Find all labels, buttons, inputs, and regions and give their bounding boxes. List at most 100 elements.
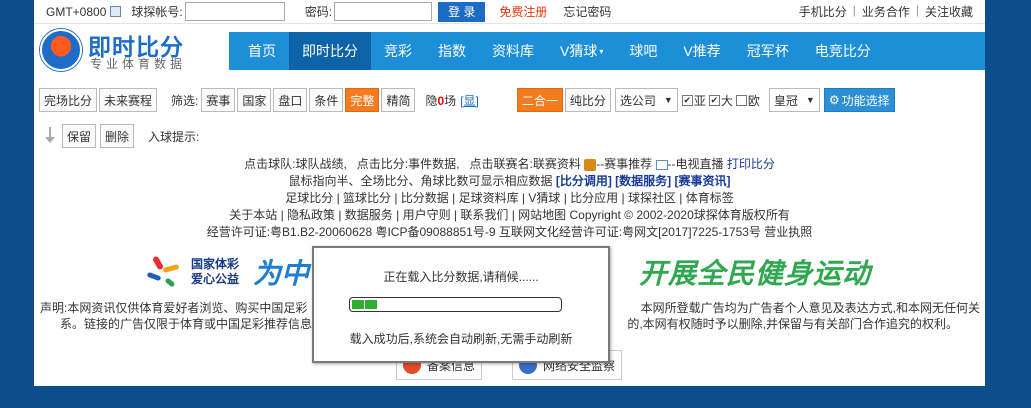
loading-dialog: 正在载入比分数据,请稍候...... 载入成功后,系统会自动刷新,无需手动刷新 bbox=[312, 246, 610, 363]
timezone-icon[interactable] bbox=[110, 6, 122, 17]
goal-bar: 保留 删除 入球提示: bbox=[34, 124, 985, 148]
function-select-button[interactable]: ⚙ 功能选择 bbox=[823, 88, 895, 112]
data-service-link[interactable]: [数据服务] bbox=[615, 174, 671, 188]
score-embed-link[interactable]: [比分调用] bbox=[556, 174, 612, 188]
nav-home[interactable]: 首页 bbox=[235, 32, 289, 70]
filter-country-button[interactable]: 国家 bbox=[237, 88, 272, 112]
hidden-prefix: 隐 bbox=[425, 93, 438, 108]
print-score-link[interactable]: 打印比分 bbox=[727, 157, 775, 171]
asian-label: 亚 bbox=[693, 93, 706, 108]
hover-help-line: 鼠标指向半、全场比分、角球比数可显示相应数据 [比分调用] [数据服务] [赛事… bbox=[34, 173, 985, 190]
delete-button[interactable]: 删除 bbox=[100, 124, 135, 148]
checkbox-empty-icon bbox=[735, 94, 747, 106]
european-label: 欧 bbox=[747, 93, 760, 108]
banner-brand-line1: 国家体彩 bbox=[191, 257, 240, 271]
checkbox-checked-icon: ✔ bbox=[708, 94, 720, 106]
person-icon bbox=[584, 158, 597, 171]
auto-refresh-note: 载入成功后,系统会自动刷新,无需手动刷新 bbox=[349, 332, 573, 346]
disclaimer-line1-right: 本网所登载广告均为广告者个人意见及表达方式,和本网无任何关 bbox=[640, 301, 980, 315]
future-schedule-button[interactable]: 未来赛程 bbox=[99, 88, 158, 112]
gear-icon: ⚙ bbox=[828, 93, 840, 107]
sports-lottery-logo-icon bbox=[145, 252, 185, 292]
asian-checkbox[interactable]: ✔ 亚 bbox=[681, 92, 706, 109]
banner-left-slogan: 为中 bbox=[253, 258, 310, 289]
forgot-password-link[interactable]: 忘记密码 bbox=[563, 3, 611, 20]
filter-bar: 完场比分 未来赛程 筛选: 赛事 国家 盘口 条件 完整 精简 隐0场 [显] 二… bbox=[34, 86, 985, 114]
full-view-button[interactable]: 完整 bbox=[345, 88, 380, 112]
crown-select[interactable]: 皇冠 ▼ bbox=[768, 88, 820, 112]
top-bar: GMT+0800 球探帐号: 密码: 登 录 免费注册 忘记密码 手机比分 | … bbox=[34, 0, 985, 24]
help-score: 点击比分:事件数据, bbox=[356, 157, 460, 171]
loading-progress-bar bbox=[349, 297, 562, 312]
over-under-label: 大 bbox=[720, 93, 733, 108]
help-recommend: --赛事推荐 bbox=[596, 157, 653, 171]
nav-database[interactable]: 资料库 bbox=[479, 32, 547, 70]
footer-license: 经营许可证:粤B1.B2-20060628 粤ICP备09088851号-9 互… bbox=[206, 225, 813, 239]
help-team: 点击球队:球队战绩, bbox=[244, 157, 347, 171]
business-link[interactable]: 业务合作 bbox=[862, 3, 910, 20]
keep-button[interactable]: 保留 bbox=[62, 124, 97, 148]
password-label: 密码: bbox=[304, 5, 333, 19]
progress-segment bbox=[365, 300, 377, 309]
goal-tip-label: 入球提示: bbox=[148, 129, 200, 144]
footer-links[interactable]: 足球比分 | 篮球比分 | 比分数据 | 足球资料库 | V猜球 | 比分应用 … bbox=[34, 190, 985, 207]
show-hidden-link[interactable]: [显] bbox=[460, 94, 479, 108]
company-select[interactable]: 选公司 ▼ bbox=[614, 88, 678, 112]
nav-v-guess[interactable]: V猜球 ▾ bbox=[547, 32, 616, 70]
news-link[interactable]: [赛事资讯] bbox=[675, 174, 731, 188]
pure-score-button[interactable]: 纯比分 bbox=[564, 88, 611, 112]
banner-right-slogan: 开展全民健身运动 bbox=[638, 258, 871, 289]
login-button[interactable]: 登 录 bbox=[438, 1, 486, 22]
nav-v-guess-label: V猜球 bbox=[560, 43, 598, 59]
filter-condition-button[interactable]: 条件 bbox=[309, 88, 344, 112]
disclaimer-line1-left: 声明:本网资讯仅供体育爱好者浏览、购买中国足彩 bbox=[40, 301, 308, 315]
favorite-link[interactable]: 关注收藏 bbox=[925, 3, 973, 20]
mobile-score-link[interactable]: 手机比分 bbox=[799, 3, 847, 20]
main-nav: 首页 即时比分 竞彩 指数 资料库 V猜球 ▾ 球吧 V推荐 冠军杯 电竞比分 bbox=[229, 32, 985, 70]
logo-subtitle: 专业体育数据 bbox=[90, 57, 187, 71]
combo-button[interactable]: 二合一 bbox=[516, 88, 563, 112]
dropdown-triangle-icon: ▾ bbox=[599, 46, 604, 56]
company-select-label: 选公司 bbox=[619, 93, 656, 108]
filter-label: 筛选: bbox=[171, 93, 199, 108]
football-logo-icon bbox=[40, 29, 82, 71]
completed-scores-button[interactable]: 完场比分 bbox=[39, 88, 98, 112]
account-input[interactable] bbox=[184, 2, 285, 21]
nav-lottery[interactable]: 竞彩 bbox=[371, 32, 425, 70]
tv-icon bbox=[655, 159, 668, 170]
european-checkbox[interactable]: 欧 bbox=[735, 92, 760, 109]
over-under-checkbox[interactable]: ✔ 大 bbox=[708, 92, 733, 109]
banner-brand: 国家体彩 爱心公益 bbox=[191, 257, 239, 287]
nav-champions-cup[interactable]: 冠军杯 bbox=[734, 32, 802, 70]
crown-select-label: 皇冠 bbox=[773, 93, 798, 108]
footer-about[interactable]: 关于本站 | 隐私政策 | 数据服务 | 用户守则 | 联系我们 | 网站地图 … bbox=[34, 207, 985, 224]
progress-segment bbox=[352, 300, 364, 309]
top-links: 手机比分 | 业务合作 | 关注收藏 bbox=[799, 3, 973, 20]
hidden-suffix: 场 bbox=[444, 93, 457, 108]
nav-live-score[interactable]: 即时比分 bbox=[289, 32, 371, 70]
site-logo[interactable]: 即时比分 专业体育数据 bbox=[40, 24, 225, 78]
help-league: 点击联赛名:联赛资料 bbox=[469, 157, 581, 171]
simple-view-button[interactable]: 精简 bbox=[381, 88, 416, 112]
help-line: 点击球队:球队战绩, 点击比分:事件数据, 点击联赛名:联赛资料 --赛事推荐 … bbox=[34, 156, 985, 173]
hover-help-text: 鼠标指向半、全场比分、角球比数可显示相应数据 bbox=[288, 174, 553, 188]
nav-v-recommend[interactable]: V推荐 bbox=[670, 32, 733, 70]
arrow-down-icon bbox=[44, 127, 58, 145]
register-link[interactable]: 免费注册 bbox=[499, 3, 547, 20]
nav-esports[interactable]: 电竞比分 bbox=[802, 32, 884, 70]
loading-message: 正在载入比分数据,请稍候...... bbox=[383, 270, 539, 284]
account-label: 球探帐号: bbox=[131, 5, 183, 19]
disclaimer-line2-right: 的,本网有权随时予以删除,并保留与有关部门合作追究的权利。 bbox=[627, 317, 958, 331]
chevron-down-icon: ▼ bbox=[663, 95, 673, 105]
filter-event-button[interactable]: 赛事 bbox=[201, 88, 236, 112]
function-select-label: 功能选择 bbox=[841, 93, 890, 108]
separator: | bbox=[852, 3, 856, 17]
password-input[interactable] bbox=[334, 2, 433, 21]
timezone-label[interactable]: GMT+0800 bbox=[46, 5, 106, 19]
nav-odds[interactable]: 指数 bbox=[425, 32, 479, 70]
nav-forum[interactable]: 球吧 bbox=[616, 32, 670, 70]
filter-handicap-button[interactable]: 盘口 bbox=[273, 88, 308, 112]
disclaimer-line2-left: 系。链接的广告仅限于体育或中国足彩推荐信息、 bbox=[60, 317, 325, 331]
chevron-down-icon: ▼ bbox=[805, 95, 815, 105]
help-tv: --电视直播 bbox=[667, 157, 724, 171]
